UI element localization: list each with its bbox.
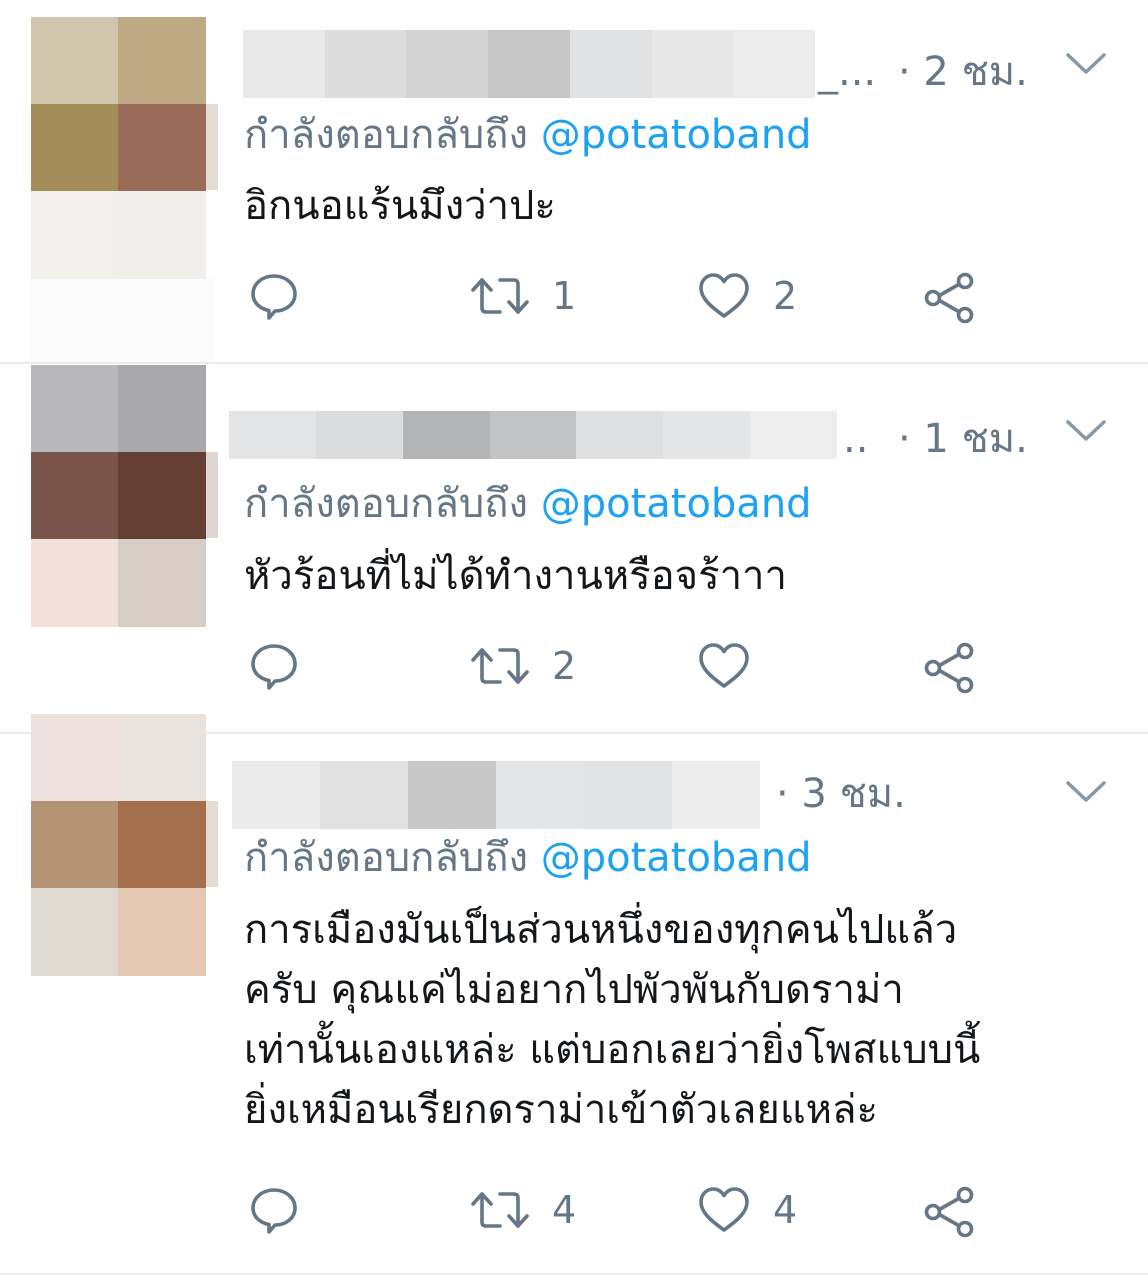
display-name-blurred[interactable] [243, 30, 815, 98]
tweet-actions: 2 [0, 640, 1148, 700]
mention-link[interactable]: @potatoband [541, 835, 812, 881]
display-name-blurred[interactable] [229, 411, 837, 459]
retweet-count: 4 [552, 1188, 577, 1232]
tweet-2[interactable]: .. · 1 ชม. กำลังตอบกลับถึง @potatoband ห… [0, 364, 1148, 732]
tweet-actions: 4 4 [0, 1184, 1148, 1244]
chevron-down-icon[interactable] [1063, 415, 1109, 445]
reply-button[interactable] [248, 270, 300, 322]
mention-link[interactable]: @potatoband [541, 481, 812, 527]
reply-icon [251, 644, 297, 690]
share-icon [924, 1186, 974, 1238]
timestamp[interactable]: · 1 ชม. [898, 419, 1028, 459]
divider [0, 1273, 1148, 1275]
like-icon [699, 643, 749, 688]
username-tail: _... [818, 49, 877, 95]
retweet-button[interactable]: 2 [470, 640, 576, 692]
replying-to: กำลังตอบกลับถึง @potatoband [244, 834, 812, 882]
share-button[interactable] [922, 1184, 978, 1240]
share-button[interactable] [922, 270, 978, 326]
reply-button[interactable] [248, 1184, 300, 1236]
like-button[interactable]: 4 [697, 1184, 797, 1236]
retweet-count: 2 [552, 644, 577, 688]
like-count: 4 [773, 1188, 798, 1232]
reply-prefix: กำลังตอบกลับถึง [244, 835, 528, 881]
reply-prefix: กำลังตอบกลับถึง [244, 112, 528, 158]
timestamp[interactable]: · 3 ชม. [776, 774, 906, 814]
tweet-text: หัวร้อนที่ไม่ได้ทำงานหรือจร้าาา [244, 553, 787, 599]
retweet-count: 1 [552, 274, 577, 318]
like-icon [699, 1187, 749, 1232]
like-button[interactable] [697, 640, 773, 692]
avatar[interactable] [31, 365, 206, 627]
retweet-icon [471, 278, 529, 314]
reply-prefix: กำลังตอบกลับถึง [244, 481, 528, 527]
tweet-text: อิกนอแร้นมึงว่าปะ [244, 183, 556, 229]
reply-button[interactable] [248, 640, 300, 692]
reply-icon [251, 274, 297, 320]
tweet-text: การเมืองมันเป็นส่วนหนึ่งของทุกคนไปแล้ว ค… [244, 907, 981, 1133]
share-icon [924, 272, 974, 324]
like-icon [699, 273, 749, 318]
chevron-down-icon[interactable] [1063, 776, 1109, 806]
share-icon [924, 642, 974, 694]
chevron-down-icon[interactable] [1063, 48, 1109, 78]
replying-to: กำลังตอบกลับถึง @potatoband [244, 111, 812, 159]
retweet-icon [471, 648, 529, 684]
retweet-button[interactable]: 1 [470, 270, 576, 322]
display-name-blurred[interactable] [232, 761, 760, 829]
tweet-actions: 1 2 [0, 270, 1148, 330]
username-tail: .. [843, 416, 869, 462]
mention-link[interactable]: @potatoband [541, 112, 812, 158]
retweet-icon [471, 1192, 529, 1228]
tweet-3[interactable]: · 3 ชม. กำลังตอบกลับถึง @potatoband การเ… [0, 714, 1148, 1274]
like-button[interactable]: 2 [697, 270, 797, 322]
like-count: 2 [773, 274, 798, 318]
timestamp[interactable]: · 2 ชม. [898, 52, 1028, 92]
avatar[interactable] [31, 17, 206, 279]
retweet-button[interactable]: 4 [470, 1184, 576, 1236]
tweet-1[interactable]: _... · 2 ชม. กำลังตอบกลับถึง @potatoband… [0, 0, 1148, 363]
reply-icon [251, 1188, 297, 1234]
avatar[interactable] [31, 714, 206, 976]
share-button[interactable] [922, 640, 978, 696]
replying-to: กำลังตอบกลับถึง @potatoband [244, 480, 812, 528]
